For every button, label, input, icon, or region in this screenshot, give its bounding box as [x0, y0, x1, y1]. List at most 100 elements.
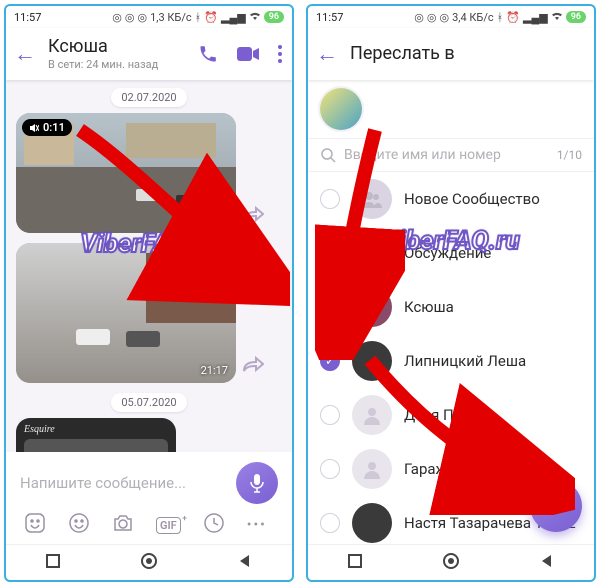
contact-row[interactable]: Новое Сообщество: [308, 172, 594, 226]
header-title-block[interactable]: Ксюша В сети: 24 мин. назад: [48, 37, 188, 71]
statusbar-right: ◎ ◎ ◎ 3,4 КБ/с ᚼ ⏰ ▂▄▆ 96: [414, 11, 586, 24]
more-icon[interactable]: •••: [247, 517, 267, 533]
message-input[interactable]: Напишите сообщение...: [20, 474, 236, 492]
bluetooth-icon: ᚼ: [195, 11, 202, 24]
search-icon: [320, 147, 336, 163]
card-source: Esquire: [24, 424, 168, 435]
avatar: [352, 341, 392, 381]
checkbox[interactable]: [320, 459, 340, 479]
compose-input-row: Напишите сообщение...: [14, 458, 284, 508]
message-time: 21:17: [201, 214, 228, 227]
brand-icon: ◎: [414, 11, 424, 24]
contact-name: Новое Сообщество: [404, 190, 540, 208]
android-navbar: [6, 544, 292, 580]
mute-icon: 0:11: [22, 119, 72, 136]
brand-icon: ◎: [427, 11, 437, 24]
contact-name: Деся Пиво: [404, 406, 480, 424]
wifi-icon: [249, 11, 261, 24]
brand-icon: ◎: [138, 11, 148, 24]
send-button[interactable]: [530, 480, 582, 532]
date-chip: 05.07.2020: [111, 393, 186, 412]
forward-body: Введите имя или номер 1/10 Новое Сообщес…: [308, 80, 594, 544]
nav-home[interactable]: [442, 552, 460, 574]
checkbox[interactable]: [320, 513, 340, 533]
phone-left: 11:57 ◎ ◎ ◎ 1,3 КБ/с ᚼ ⏰ ▂▄▆ 96 ← Ксюша …: [4, 4, 294, 582]
wifi-icon: [551, 11, 563, 24]
selected-recipients: [308, 80, 594, 139]
signal-icon: ▂▄▆: [221, 11, 246, 24]
message-time: 21:17: [201, 364, 228, 377]
chat-header: ← Ксюша В сети: 24 мин. назад: [6, 28, 292, 80]
brand-icon: ◎: [125, 11, 135, 24]
chat-subtitle: В сети: 24 мин. назад: [48, 59, 188, 72]
message-link-card[interactable]: Esquire Тест. Какой вы мам?: [16, 418, 176, 452]
back-button[interactable]: ←: [314, 41, 340, 67]
selected-avatar[interactable]: [320, 88, 362, 130]
video-call-button[interactable]: [236, 45, 260, 63]
contact-name: Ксюша: [404, 298, 454, 316]
phone-right: 11:57 ◎ ◎ ◎ 3,4 КБ/с ᚼ ⏰ ▂▄▆ 96 ← Пересл…: [306, 4, 596, 582]
statusbar-right: ◎ ◎ ◎ 1,3 КБ/с ᚼ ⏰ ▂▄▆ 96: [112, 11, 284, 24]
net-speed: 3,4 КБ/с: [452, 11, 494, 24]
search-row[interactable]: Введите имя или номер 1/10: [308, 139, 594, 172]
date-chip: 02.07.2020: [111, 88, 186, 107]
checkbox[interactable]: [320, 189, 340, 209]
header-actions: [198, 44, 282, 64]
contact-name: Обсуждение: [404, 244, 491, 262]
composer: Напишите сообщение... GIF+ •••: [6, 452, 292, 544]
page-title: Переслать в: [350, 44, 584, 65]
nav-recent[interactable]: [347, 553, 363, 573]
brand-icon: ◎: [112, 11, 122, 24]
avatar: [352, 395, 392, 435]
contact-row[interactable]: Обсуждение: [308, 226, 594, 280]
chat-title: Ксюша: [48, 37, 188, 58]
contact-row[interactable]: Деся Пиво: [308, 388, 594, 442]
statusbar-time: 11:57: [316, 11, 343, 24]
avatar: [352, 503, 392, 543]
alarm-icon: ⏰: [506, 11, 520, 24]
nav-recent[interactable]: [45, 553, 61, 573]
group-avatar-icon: [352, 179, 392, 219]
smiley-icon[interactable]: [68, 512, 90, 538]
video-length: 0:11: [43, 121, 65, 134]
alarm-icon: ⏰: [204, 11, 218, 24]
battery-icon: 96: [566, 11, 586, 23]
statusbar-time: 11:57: [14, 11, 41, 24]
message-video-1[interactable]: 0:11 21:17: [16, 113, 236, 233]
mic-button[interactable]: [236, 462, 278, 504]
nav-home[interactable]: [140, 552, 158, 574]
selection-count: 1/10: [557, 148, 582, 162]
net-speed: 1,3 КБ/с: [150, 11, 192, 24]
checkbox[interactable]: ✓: [320, 351, 340, 371]
sticker-icon[interactable]: [24, 512, 46, 538]
search-input[interactable]: Введите имя или номер: [344, 147, 501, 163]
contact-name: Липницкий Леша: [404, 352, 526, 370]
forward-icon[interactable]: [242, 355, 264, 377]
checkbox[interactable]: [320, 243, 340, 263]
chat-body[interactable]: 02.07.2020 0:11 21:17: [6, 80, 292, 452]
brand-icon: ◎: [440, 11, 450, 24]
avatar: [352, 287, 392, 327]
camera-icon[interactable]: [112, 513, 134, 537]
contact-row[interactable]: ✓ Липницкий Леша: [308, 334, 594, 388]
call-button[interactable]: [198, 44, 218, 64]
gif-button[interactable]: GIF+: [156, 517, 181, 534]
contact-name: Гараж Мира: [404, 460, 489, 478]
nav-back[interactable]: [539, 553, 555, 573]
contact-row[interactable]: Ксюша: [308, 280, 594, 334]
statusbar: 11:57 ◎ ◎ ◎ 3,4 КБ/с ᚼ ⏰ ▂▄▆ 96: [308, 6, 594, 28]
checkbox[interactable]: [320, 405, 340, 425]
nav-back[interactable]: [237, 553, 253, 573]
more-menu-button[interactable]: [278, 45, 282, 63]
checkbox[interactable]: [320, 297, 340, 317]
forward-icon[interactable]: [242, 205, 264, 227]
message-video-2[interactable]: 21:17: [16, 243, 236, 383]
signal-icon: ▂▄▆: [523, 11, 548, 24]
avatar: [352, 449, 392, 489]
battery-icon: 96: [264, 11, 284, 23]
group-avatar-icon: [352, 233, 392, 273]
back-button[interactable]: ←: [12, 41, 38, 67]
composer-tools: GIF+ •••: [14, 508, 284, 540]
clock-icon[interactable]: [203, 512, 225, 538]
statusbar: 11:57 ◎ ◎ ◎ 1,3 КБ/с ᚼ ⏰ ▂▄▆ 96: [6, 6, 292, 28]
